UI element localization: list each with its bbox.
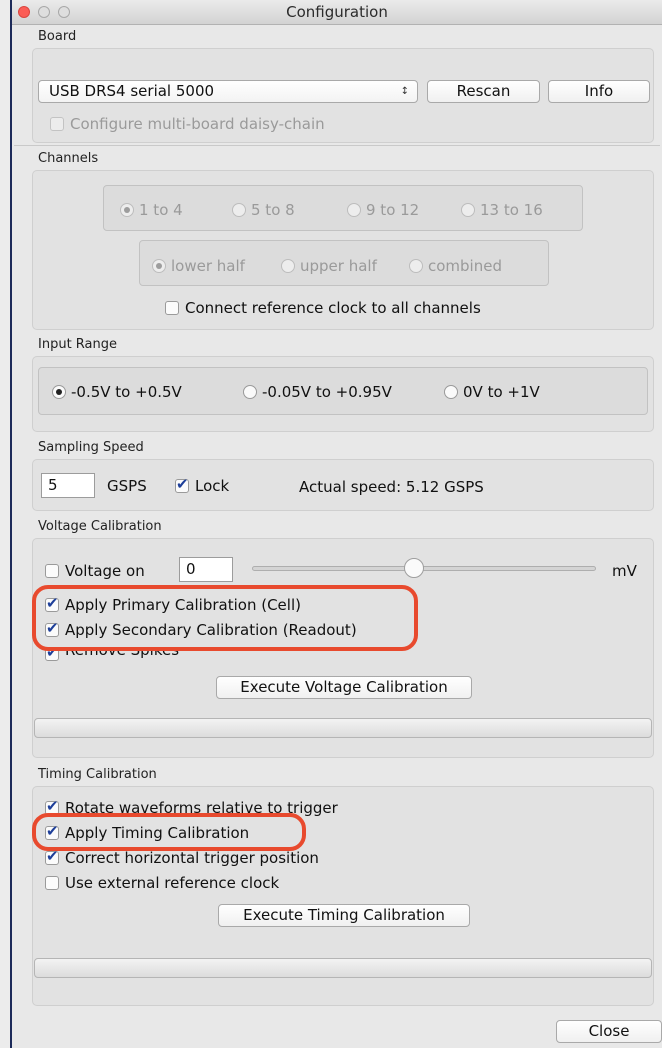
info-button[interactable]: Info <box>548 80 650 103</box>
primary-cal-checkbox[interactable]: Apply Primary Calibration (Cell) <box>45 594 301 616</box>
radio-label: 9 to 12 <box>366 201 420 219</box>
voltage-on-check-icon <box>45 564 59 578</box>
title-bar: Configuration <box>12 0 662 25</box>
actual-speed: Actual speed: 5.12 GSPS <box>299 476 484 498</box>
external-check-icon <box>45 876 59 890</box>
actual-speed-value: 5.12 GSPS <box>405 478 484 496</box>
configuration-window: Configuration Board USB DRS4 serial 5000… <box>10 0 662 1048</box>
radio-icon <box>232 203 246 217</box>
window-title: Configuration <box>286 3 388 21</box>
radio-channels-5-8[interactable]: 5 to 8 <box>232 199 295 221</box>
radio-label: -0.05V to +0.95V <box>262 383 392 401</box>
sampling-speed-input[interactable]: 5 <box>41 473 95 498</box>
correct-trigger-label: Correct horizontal trigger position <box>65 849 319 867</box>
voltage-unit: mV <box>612 560 637 582</box>
lock-check-icon <box>175 475 189 493</box>
rotate-waveforms-label: Rotate waveforms relative to trigger <box>65 799 338 817</box>
radio-label: lower half <box>171 257 245 275</box>
radio-range-3[interactable]: 0V to +1V <box>444 381 540 403</box>
ref-clock-label: Connect reference clock to all channels <box>185 299 481 317</box>
correct-trigger-checkbox[interactable]: Correct horizontal trigger position <box>45 847 319 869</box>
radio-icon <box>461 203 475 217</box>
voltage-input[interactable]: 0 <box>179 557 233 582</box>
radio-channels-13-16[interactable]: 13 to 16 <box>461 199 543 221</box>
radio-icon <box>281 259 295 273</box>
radio-label: -0.5V to +0.5V <box>71 383 182 401</box>
secondary-check-icon <box>45 619 59 637</box>
sampling-group-title: Sampling Speed <box>38 440 144 455</box>
spikes-check-icon <box>45 647 59 661</box>
voltage-on-checkbox[interactable]: Voltage on <box>45 560 145 582</box>
radio-icon <box>347 203 361 217</box>
radio-label: 0V to +1V <box>463 383 540 401</box>
board-group-title: Board <box>38 29 77 44</box>
voltage-cal-group-title: Voltage Calibration <box>38 519 162 534</box>
execute-timing-cal-button[interactable]: Execute Timing Calibration <box>218 904 470 927</box>
board-select[interactable]: USB DRS4 serial 5000 ↕ <box>38 80 418 103</box>
radio-channels-1-4[interactable]: 1 to 4 <box>120 199 183 221</box>
radio-range-2[interactable]: -0.05V to +0.95V <box>243 381 392 403</box>
remove-spikes-label: Remove Spikes <box>65 647 180 659</box>
sampling-unit-label: GSPS <box>107 477 147 495</box>
radio-range-1[interactable]: -0.5V to +0.5V <box>52 381 182 403</box>
sampling-unit: GSPS <box>107 475 147 497</box>
radio-channels-9-12[interactable]: 9 to 12 <box>347 199 419 221</box>
board-select-value: USB DRS4 serial 5000 <box>49 82 215 100</box>
radio-label: combined <box>428 257 502 275</box>
rescan-button[interactable]: Rescan <box>427 80 540 103</box>
input-range-group-title: Input Range <box>38 337 117 352</box>
daisy-chain-checkbox[interactable]: Configure multi-board daisy-chain <box>50 113 325 135</box>
primary-cal-label: Apply Primary Calibration (Cell) <box>65 596 301 614</box>
execute-voltage-cal-button[interactable]: Execute Voltage Calibration <box>216 676 472 699</box>
voltage-unit-label: mV <box>612 562 637 580</box>
radio-combined[interactable]: combined <box>409 255 502 277</box>
correct-check-icon <box>45 847 59 865</box>
voltage-cal-progress <box>34 718 652 738</box>
lock-label: Lock <box>195 477 230 495</box>
radio-icon <box>243 385 257 399</box>
external-clock-checkbox[interactable]: Use external reference clock <box>45 872 279 894</box>
daisy-chain-check-icon <box>50 117 64 131</box>
radio-label: 5 to 8 <box>251 201 295 219</box>
radio-icon <box>120 203 134 217</box>
voltage-on-label: Voltage on <box>65 562 145 580</box>
lock-checkbox[interactable]: Lock <box>175 475 229 497</box>
timing-cal-progress <box>34 958 652 978</box>
rotate-check-icon <box>45 797 59 815</box>
primary-check-icon <box>45 594 59 612</box>
divider <box>14 145 660 146</box>
voltage-slider-track[interactable] <box>252 566 596 571</box>
apply-timing-cal-checkbox[interactable]: Apply Timing Calibration <box>45 822 249 844</box>
actual-speed-label: Actual speed: <box>299 478 402 496</box>
radio-label: 13 to 16 <box>480 201 543 219</box>
voltage-slider-knob[interactable] <box>403 558 424 578</box>
radio-icon <box>52 385 66 399</box>
remove-spikes-checkbox[interactable]: Remove Spikes <box>45 647 179 661</box>
secondary-cal-checkbox[interactable]: Apply Secondary Calibration (Readout) <box>45 619 357 641</box>
radio-label: upper half <box>300 257 377 275</box>
radio-icon <box>444 385 458 399</box>
daisy-chain-label: Configure multi-board daisy-chain <box>70 115 325 133</box>
apply-timing-cal-label: Apply Timing Calibration <box>65 824 250 842</box>
updown-arrows-icon: ↕ <box>400 86 409 97</box>
apply-timing-check-icon <box>45 822 59 840</box>
radio-lower-half[interactable]: lower half <box>152 255 245 277</box>
timing-cal-group-title: Timing Calibration <box>38 767 157 782</box>
secondary-cal-label: Apply Secondary Calibration (Readout) <box>65 621 357 639</box>
ref-clock-check-icon <box>165 301 179 315</box>
close-button[interactable]: Close <box>556 1020 662 1043</box>
ref-clock-checkbox[interactable]: Connect reference clock to all channels <box>165 297 481 319</box>
radio-label: 1 to 4 <box>139 201 183 219</box>
rotate-waveforms-checkbox[interactable]: Rotate waveforms relative to trigger <box>45 797 338 819</box>
external-clock-label: Use external reference clock <box>65 874 280 892</box>
radio-icon <box>152 259 166 273</box>
channels-group-title: Channels <box>38 151 99 166</box>
radio-icon <box>409 259 423 273</box>
radio-upper-half[interactable]: upper half <box>281 255 377 277</box>
